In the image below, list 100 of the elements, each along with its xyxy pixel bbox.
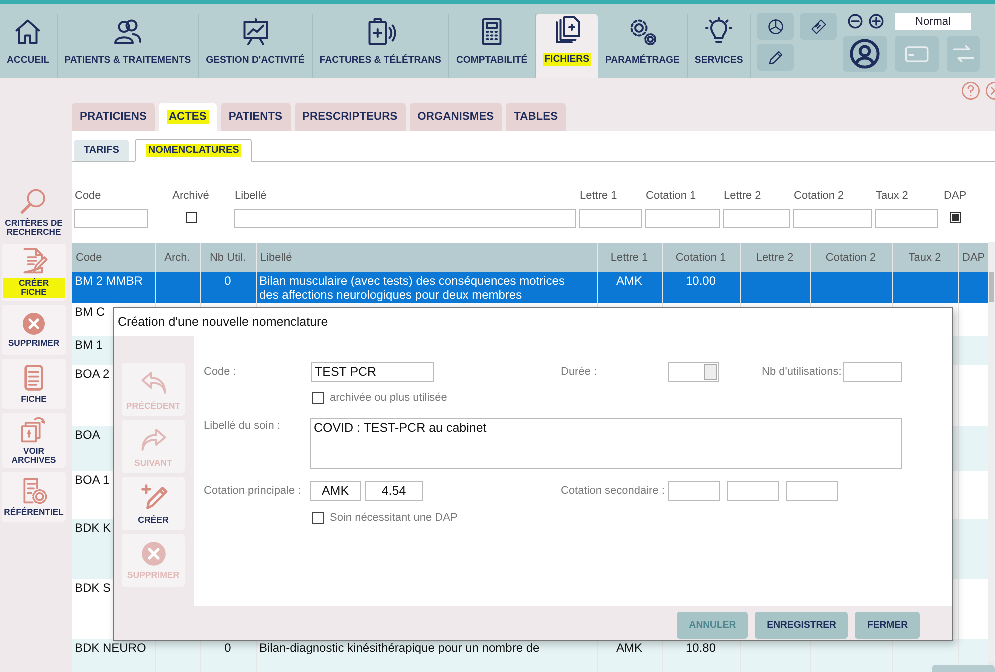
selected-table-row[interactable]: BM 2 MMBR 0 Bilan musculaire (avec tests) des conséquences motrices des affections neurologiques pour deux membres AMK 10.00	[72, 272, 988, 303]
filter-label: Libellé	[234, 190, 267, 203]
table-cell: BM 2 MMBR	[75, 274, 144, 288]
value-field[interactable]: 4.54	[365, 481, 423, 501]
sidebar-item[interactable]: CRÉER FICHE	[2, 244, 66, 302]
table-cell: BM 1	[75, 338, 104, 352]
column-header[interactable]: Arch.	[155, 243, 200, 272]
home-icon	[13, 17, 44, 47]
filter-label: Cotation 1	[645, 190, 696, 203]
table-cell: Bilan musculaire (avec tests) des conséquences motrices des affections neurologiques pour deux membres	[260, 274, 565, 302]
column-header[interactable]: Libellé	[256, 243, 597, 272]
nav-item[interactable]: GESTION D'ACTIVITÉ	[199, 14, 313, 78]
filter-checkbox[interactable]	[950, 212, 961, 223]
tab[interactable]: ACTES	[158, 103, 217, 131]
pencil-icon	[766, 48, 785, 66]
tab[interactable]: PRESCRIPTEURS	[294, 103, 406, 131]
filter-label: Archivé	[172, 190, 210, 203]
sidebar-item[interactable]: CRITÈRES DE RECHERCHE	[2, 185, 66, 240]
table-cell: Bilan-diagnostic kinésithérapique pour un nombre de	[260, 641, 540, 655]
tab[interactable]: NOMENCLATURES	[135, 139, 252, 162]
card-button[interactable]	[895, 36, 940, 72]
filter-field[interactable]	[234, 209, 576, 228]
filter-field[interactable]	[723, 209, 790, 228]
dialog-side-button[interactable]: CRÉER	[122, 477, 185, 530]
pie-chart-button[interactable]	[757, 13, 794, 40]
letter-field[interactable]: AMK	[310, 481, 361, 501]
minus-circle-icon	[847, 13, 864, 30]
pencil-button[interactable]	[757, 44, 794, 71]
table-cell: BOA 2	[75, 367, 110, 381]
nav-item[interactable]: SERVICES	[688, 14, 752, 78]
nav-item[interactable]: PARAMÉTRAGE	[598, 14, 688, 78]
table-cell: BOA	[75, 428, 100, 442]
scrollbar[interactable]	[988, 242, 995, 662]
nav-item[interactable]: FICHIERS	[536, 14, 598, 78]
usage-count-field[interactable]	[843, 362, 902, 382]
letter-field[interactable]	[668, 481, 720, 501]
column-header[interactable]: Nb Util.	[200, 243, 256, 272]
checkbox[interactable]	[312, 512, 324, 524]
sidebar-item[interactable]: VOIR ARCHIVES	[2, 413, 66, 468]
tab[interactable]: ORGANISMES	[410, 103, 502, 131]
bandage-button[interactable]	[800, 13, 838, 40]
tab[interactable]: TABLES	[506, 103, 566, 131]
duration-spinner[interactable]	[668, 362, 719, 382]
sidebar-item[interactable]: FICHE	[2, 359, 66, 410]
table-cell: 0	[224, 274, 232, 288]
user-icon	[849, 38, 882, 70]
filter-checkbox[interactable]	[186, 212, 196, 223]
tab[interactable]: PATIENTS	[220, 103, 291, 131]
tab[interactable]: TARIFS	[74, 140, 130, 161]
nav-item[interactable]: ACCUEIL	[0, 14, 58, 78]
field-label: Libellé du soin :	[204, 419, 282, 432]
dialog-button[interactable]: ENREGISTRER	[755, 612, 848, 639]
label-text-area[interactable]: COVID : TEST-PCR au cabinet	[310, 418, 902, 469]
dialog-title: Création d'une nouvelle nomenclature	[117, 314, 330, 331]
filter-label: Lettre 1	[579, 190, 618, 203]
partial-button[interactable]	[932, 665, 995, 672]
pie-chart-icon	[766, 18, 785, 36]
sidebar-item[interactable]: SUPPRIMER	[2, 305, 66, 356]
help-icon	[961, 80, 981, 100]
column-header[interactable]: Cotation 1	[662, 243, 740, 272]
table-cell: AMK	[616, 274, 642, 288]
column-header[interactable]: DAP	[958, 243, 988, 272]
zoom-level-field[interactable]: Normal	[895, 13, 972, 30]
field-label: Cotation secondaire :	[561, 485, 666, 497]
value-field[interactable]	[727, 481, 779, 501]
tab[interactable]: PRATICIENS	[72, 103, 155, 131]
column-header[interactable]: Cotation 2	[810, 243, 892, 272]
table-cell: 10.00	[686, 274, 716, 288]
filter-label: Cotation 2	[793, 190, 844, 203]
table-cell: BDK K	[75, 521, 112, 535]
checkbox[interactable]	[312, 392, 324, 404]
plus-circle-icon	[868, 13, 886, 30]
nav-item[interactable]: COMPTABILITÉ	[449, 14, 536, 78]
rate-field[interactable]	[786, 481, 838, 501]
help-button[interactable]	[961, 80, 981, 100]
filter-label: Taux 2	[875, 190, 908, 203]
people-icon	[112, 17, 143, 47]
code-field[interactable]: TEST PCR	[311, 362, 434, 382]
zoom-in-button[interactable]	[868, 13, 886, 30]
filter-field[interactable]	[74, 209, 148, 228]
nav-item[interactable]: PATIENTS & TRAITEMENTS	[58, 14, 200, 78]
plus-pencil-icon	[138, 482, 168, 512]
filter-field[interactable]	[875, 209, 938, 228]
filter-field[interactable]	[793, 209, 872, 228]
checkbox-label: Soin nécessitant une DAP	[330, 512, 458, 524]
zoom-out-button[interactable]	[847, 13, 864, 30]
column-header[interactable]: Taux 2	[892, 243, 958, 272]
dialog-button[interactable]: FERMER	[855, 612, 920, 639]
field-label: Cotation principale :	[204, 485, 302, 497]
nav-item[interactable]: FACTURES & TÉLÉTRANS	[312, 14, 450, 78]
folder-arrow-icon	[20, 416, 48, 444]
column-header[interactable]: Lettre 1	[597, 243, 662, 272]
column-header[interactable]: Lettre 2	[740, 243, 810, 272]
transfer-button[interactable]	[947, 36, 980, 72]
checkbox-label: archivée ou plus utilisée	[330, 392, 448, 404]
filter-field[interactable]	[645, 209, 720, 228]
sidebar-item[interactable]: RÉFÉRENTIEL	[2, 472, 66, 522]
user-button[interactable]	[843, 36, 888, 72]
column-header[interactable]: Code	[72, 243, 155, 272]
filter-field[interactable]	[579, 209, 642, 228]
